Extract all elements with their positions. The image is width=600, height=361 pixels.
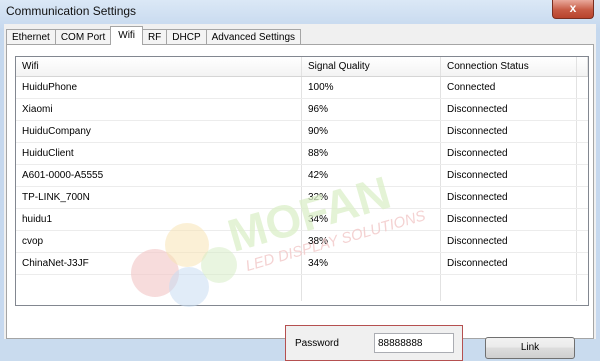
password-input[interactable] <box>374 333 454 353</box>
connection-status-cell: Disconnected <box>441 253 577 274</box>
table-row[interactable]: huidu1 34% Disconnected <box>16 209 588 231</box>
signal-quality-cell: 34% <box>302 253 441 274</box>
list-empty-row <box>16 275 588 301</box>
empty-cell <box>441 275 577 301</box>
table-row[interactable]: Xiaomi 96% Disconnected <box>16 99 588 121</box>
empty-cell <box>16 275 302 301</box>
signal-quality-cell: 90% <box>302 121 441 142</box>
connection-status-cell: Disconnected <box>441 209 577 230</box>
table-row[interactable]: cvop 38% Disconnected <box>16 231 588 253</box>
table-row[interactable]: A601-0000-A5555 42% Disconnected <box>16 165 588 187</box>
connection-status-cell: Disconnected <box>441 187 577 208</box>
signal-quality-cell: 34% <box>302 209 441 230</box>
connection-status-cell: Connected <box>441 77 577 98</box>
tab-advanced-settings[interactable]: Advanced Settings <box>205 29 302 45</box>
network-name-cell: cvop <box>16 231 302 252</box>
signal-quality-cell: 32% <box>302 187 441 208</box>
password-label: Password <box>295 338 339 349</box>
dialog-client-area: Ethernet COM Port Wifi RF DHCP Advanced Setti… <box>4 24 596 361</box>
signal-quality-cell: 96% <box>302 99 441 120</box>
tab-dhcp[interactable]: DHCP <box>166 29 207 45</box>
close-icon: x <box>569 1 577 15</box>
column-header-signal-quality[interactable]: Signal Quality <box>302 57 441 76</box>
network-name-cell: A601-0000-A5555 <box>16 165 302 186</box>
signal-quality-cell: 88% <box>302 143 441 164</box>
column-header-filler <box>577 57 588 76</box>
wifi-tab-panel: Wifi Signal Quality Connection Status Hu… <box>6 44 594 361</box>
list-header: Wifi Signal Quality Connection Status <box>16 57 588 77</box>
network-name-cell: HuiduCompany <box>16 121 302 142</box>
column-header-wifi[interactable]: Wifi <box>16 57 302 76</box>
network-name-cell: TP-LINK_700N <box>16 187 302 208</box>
tab-strip: Ethernet COM Port Wifi RF DHCP Advanced Setti… <box>6 26 302 45</box>
signal-quality-cell: 38% <box>302 231 441 252</box>
close-button[interactable]: x <box>552 0 594 19</box>
network-name-cell: ChinaNet-J3JF <box>16 253 302 274</box>
connection-status-cell: Disconnected <box>441 99 577 120</box>
tab-com-port[interactable]: COM Port <box>54 29 112 45</box>
tab-rf[interactable]: RF <box>141 29 168 45</box>
network-name-cell: HuiduClient <box>16 143 302 164</box>
connection-status-cell: Disconnected <box>441 231 577 252</box>
table-row[interactable]: TP-LINK_700N 32% Disconnected <box>16 187 588 209</box>
column-header-connection-status[interactable]: Connection Status <box>441 57 577 76</box>
network-name-cell: Xiaomi <box>16 99 302 120</box>
table-row[interactable]: HuiduClient 88% Disconnected <box>16 143 588 165</box>
table-row[interactable]: HuiduCompany 90% Disconnected <box>16 121 588 143</box>
empty-cell <box>302 275 441 301</box>
table-row[interactable]: ChinaNet-J3JF 34% Disconnected <box>16 253 588 275</box>
window-title: Communication Settings <box>6 4 137 18</box>
link-button[interactable]: Link <box>485 337 575 359</box>
title-bar[interactable]: Communication Settings x <box>0 0 600 24</box>
connection-status-cell: Disconnected <box>441 121 577 142</box>
communication-settings-window: Communication Settings x Ethernet COM Por… <box>0 0 600 361</box>
wifi-network-list[interactable]: Wifi Signal Quality Connection Status Hu… <box>15 56 589 306</box>
list-body: HuiduPhone 100% Connected Xiaomi 96% Disconne… <box>16 77 588 275</box>
network-name-cell: huidu1 <box>16 209 302 230</box>
tab-wifi[interactable]: Wifi <box>110 26 143 45</box>
signal-quality-cell: 42% <box>302 165 441 186</box>
table-row[interactable]: HuiduPhone 100% Connected <box>16 77 588 99</box>
connection-status-cell: Disconnected <box>441 143 577 164</box>
network-name-cell: HuiduPhone <box>16 77 302 98</box>
tab-ethernet[interactable]: Ethernet <box>6 29 56 45</box>
connection-status-cell: Disconnected <box>441 165 577 186</box>
password-group: Password <box>285 325 463 361</box>
signal-quality-cell: 100% <box>302 77 441 98</box>
